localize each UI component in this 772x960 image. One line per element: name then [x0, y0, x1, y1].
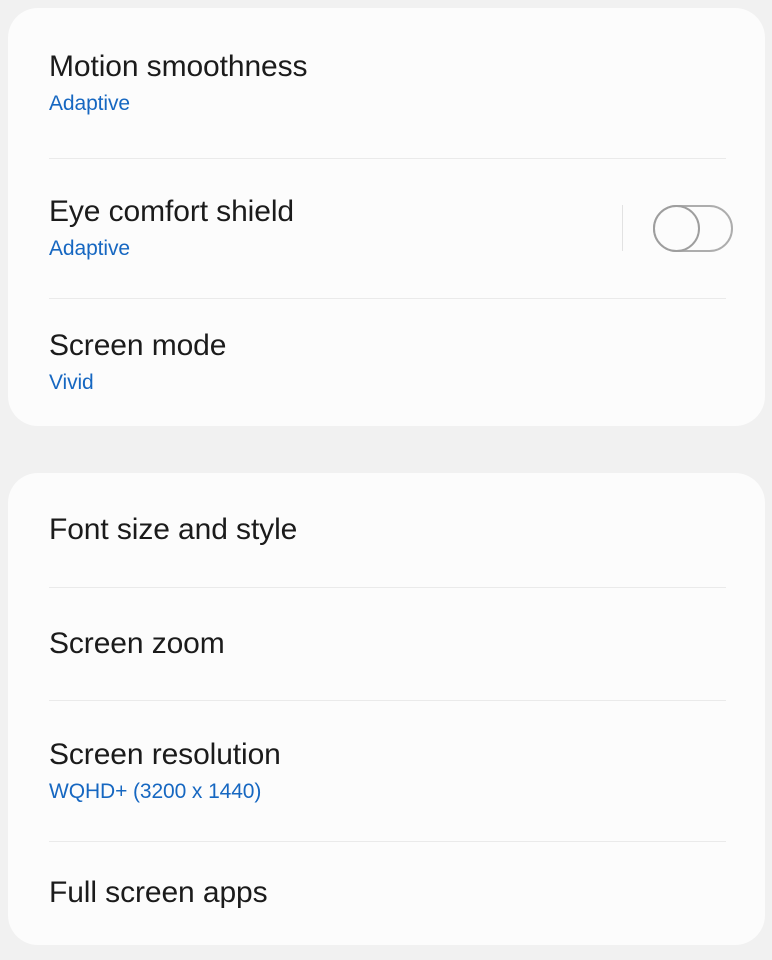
setting-row-screen-mode[interactable]: Screen mode Vivid	[8, 298, 765, 426]
row-text: Full screen apps	[49, 876, 733, 910]
setting-title-font-size-and-style: Font size and style	[49, 513, 298, 546]
row-text: Screen resolution WQHD+ (3200 x 1440)	[49, 738, 733, 804]
row-text: Eye comfort shield Adaptive	[49, 195, 622, 261]
setting-row-screen-resolution[interactable]: Screen resolution WQHD+ (3200 x 1440)	[8, 700, 765, 841]
setting-title-eye-comfort-shield: Eye comfort shield	[49, 195, 294, 228]
row-text: Screen mode Vivid	[49, 329, 733, 395]
setting-row-full-screen-apps[interactable]: Full screen apps	[8, 841, 765, 945]
row-text: Motion smoothness Adaptive	[49, 50, 733, 116]
eye-comfort-shield-toggle[interactable]	[653, 204, 733, 252]
settings-group-display-layout: Font size and style Screen zoom Screen r…	[8, 473, 765, 945]
toggle-thumb-icon	[653, 204, 700, 252]
vertical-separator	[622, 205, 623, 251]
display-settings-screen: Motion smoothness Adaptive Eye comfort s…	[0, 0, 772, 960]
toggle-zone	[622, 158, 733, 298]
setting-title-screen-mode: Screen mode	[49, 329, 227, 362]
setting-row-screen-zoom[interactable]: Screen zoom	[8, 587, 765, 700]
settings-group-display-quality: Motion smoothness Adaptive Eye comfort s…	[8, 8, 765, 426]
setting-value-screen-mode: Vivid	[49, 371, 94, 394]
setting-title-screen-zoom: Screen zoom	[49, 626, 225, 660]
setting-row-font-size-and-style[interactable]: Font size and style	[8, 473, 765, 587]
setting-title-screen-resolution: Screen resolution	[49, 737, 281, 771]
setting-value-screen-resolution: WQHD+ (3200 x 1440)	[49, 779, 262, 803]
setting-row-motion-smoothness[interactable]: Motion smoothness Adaptive	[8, 8, 765, 158]
setting-title-motion-smoothness: Motion smoothness	[49, 50, 308, 83]
setting-value-motion-smoothness: Adaptive	[49, 92, 130, 115]
row-text: Font size and style	[49, 513, 733, 547]
setting-title-full-screen-apps: Full screen apps	[49, 876, 268, 909]
setting-row-eye-comfort-shield[interactable]: Eye comfort shield Adaptive	[8, 158, 765, 298]
setting-value-eye-comfort-shield: Adaptive	[49, 237, 130, 260]
row-text: Screen zoom	[49, 627, 733, 661]
